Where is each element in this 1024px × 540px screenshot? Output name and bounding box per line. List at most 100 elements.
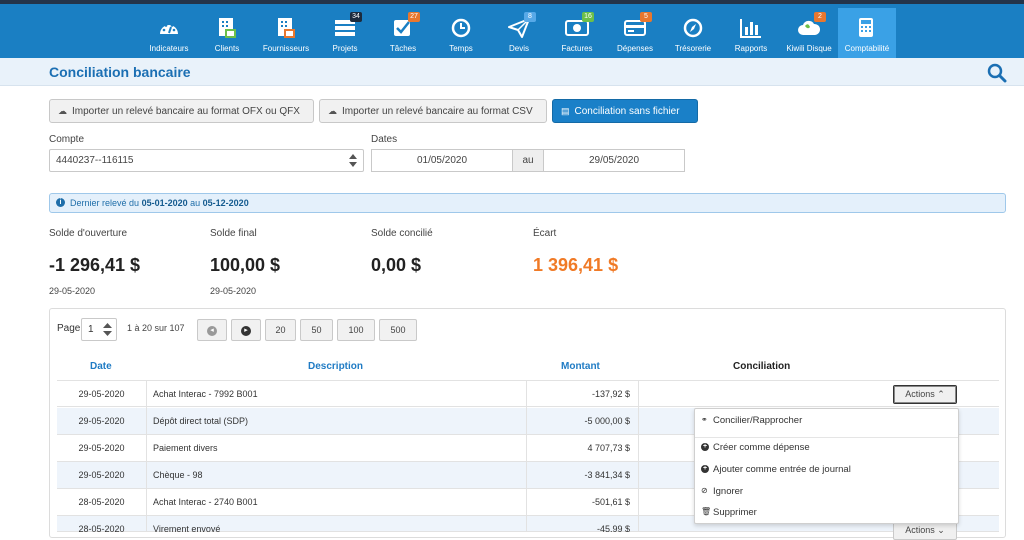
date-separator: au: [513, 149, 543, 172]
row-description: Virement envoyé: [147, 516, 527, 532]
account-value: 4440237--116115: [56, 155, 134, 166]
row-date: 29-05-2020: [57, 381, 147, 408]
nav-label: Temps: [449, 44, 473, 53]
gap-value: 1 396,41 $: [533, 255, 619, 275]
nav-tresorerie[interactable]: Trésorerie: [664, 8, 722, 58]
nav-label: Dépenses: [616, 44, 654, 53]
column-header-description[interactable]: Description: [308, 361, 363, 372]
gauge-icon: [157, 17, 181, 39]
info-to-date: 05-12-2020: [202, 198, 249, 208]
opening-balance-label: Solde d'ouverture: [49, 228, 128, 239]
stepper-arrows-icon: [103, 323, 112, 336]
page-size-500-button[interactable]: 500: [379, 319, 417, 341]
menu-divider: [695, 437, 958, 438]
row-description: Dépôt direct total (SDP): [147, 408, 527, 435]
nav-projets[interactable]: 34 Projets: [316, 8, 374, 58]
next-page-button[interactable]: ▸: [231, 319, 261, 341]
info-middle: au: [190, 198, 201, 208]
nav-kiwili-disque[interactable]: 2 Kiwili Disque: [780, 8, 838, 58]
gap-label: Écart: [533, 228, 557, 239]
reconciled-balance-value: 0,00 $: [371, 255, 422, 275]
main-nav: Indicateurs Clients Fournisseurs 34 Proj…: [140, 8, 896, 62]
table-row[interactable]: 29-05-2020 Achat Interac - 7992 B001 -13…: [57, 380, 999, 408]
menu-item-add-journal-entry[interactable]: + Ajouter comme entrée de journal: [701, 462, 851, 478]
menu-item-ignore[interactable]: ⊘ Ignorer: [701, 484, 743, 500]
page-size-100-button[interactable]: 100: [337, 319, 375, 341]
account-select[interactable]: 4440237--116115: [49, 149, 364, 172]
column-header-reconciliation: Conciliation: [733, 361, 791, 372]
row-amount: -45,99 $: [527, 516, 639, 532]
page-number-input[interactable]: 1: [81, 318, 117, 341]
nav-clients[interactable]: Clients: [198, 8, 256, 58]
invoices-badge: 16: [582, 12, 594, 22]
prev-page-button[interactable]: ◂: [197, 319, 227, 341]
projects-badge: 34: [350, 12, 362, 22]
menu-item-delete[interactable]: 🗑 Supprimer: [701, 505, 757, 521]
clients-icon: [215, 17, 239, 39]
menu-item-reconcile[interactable]: ⚭ Concilier/Rapprocher: [701, 413, 802, 429]
nav-label: Rapports: [734, 44, 768, 53]
menu-item-label: Ajouter comme entrée de journal: [713, 464, 851, 475]
row-date: 29-05-2020: [57, 435, 147, 462]
row-amount: 4 707,73 $: [527, 435, 639, 462]
nav-label: Trésorerie: [674, 44, 712, 53]
page-header: Conciliation bancaire: [0, 58, 1024, 86]
import-ofx-button[interactable]: ☁ Importer un relevé bancaire au format …: [49, 99, 314, 123]
no-file-reconcile-button[interactable]: ▤ Conciliation sans fichier: [552, 99, 698, 123]
menu-item-create-expense[interactable]: + Créer comme dépense: [701, 440, 810, 456]
opening-balance-date: 29-05-2020: [49, 286, 96, 296]
bar-chart-icon: [739, 17, 763, 39]
final-balance-value: 100,00 $: [210, 255, 281, 275]
date-from-input[interactable]: 01/05/2020: [371, 149, 513, 172]
quotes-badge: 8: [524, 12, 536, 22]
page-size-20-button[interactable]: 20: [265, 319, 296, 341]
nav-fournisseurs[interactable]: Fournisseurs: [256, 8, 316, 58]
row-date: 29-05-2020: [57, 462, 147, 489]
row-date: 29-05-2020: [57, 408, 147, 435]
info-icon: i: [56, 198, 65, 207]
nav-label: Factures: [561, 44, 593, 53]
menu-item-label: Ignorer: [713, 486, 744, 497]
nav-taches[interactable]: 27 Tâches: [374, 8, 432, 58]
plus-circle-icon: +: [701, 443, 709, 452]
column-header-date[interactable]: Date: [90, 361, 112, 372]
no-file-label: Conciliation sans fichier: [574, 105, 680, 117]
chevron-up-icon: ⌃: [937, 389, 945, 399]
final-balance-label: Solde final: [210, 228, 257, 239]
final-balance-date: 29-05-2020: [210, 286, 257, 296]
cloud-upload-icon: ☁: [328, 105, 337, 116]
last-statement-info: i Dernier relevé du 05-01-2020 au 05-12-…: [49, 193, 1006, 213]
calculator-icon: [855, 17, 879, 39]
suppliers-icon: [274, 17, 298, 39]
search-icon[interactable]: [987, 63, 1007, 83]
nav-label: Kiwili Disque: [786, 44, 832, 53]
actions-label: Actions: [905, 525, 935, 535]
nav-factures[interactable]: 16 Factures: [548, 8, 606, 58]
row-amount: -3 841,34 $: [527, 462, 639, 489]
nav-rapports[interactable]: Rapports: [722, 8, 780, 58]
nav-label: Fournisseurs: [262, 44, 310, 53]
nav-comptabilite[interactable]: Comptabilité: [838, 8, 896, 58]
actions-label: Actions: [905, 389, 935, 399]
import-csv-button[interactable]: ☁ Importer un relevé bancaire au format …: [319, 99, 547, 123]
plus-circle-icon: +: [701, 465, 709, 474]
row-description: Paiement divers: [147, 435, 527, 462]
info-from-date: 05-01-2020: [141, 198, 188, 208]
trash-icon: 🗑: [701, 507, 712, 517]
page-size-50-button[interactable]: 50: [300, 319, 333, 341]
nav-temps[interactable]: Temps: [432, 8, 490, 58]
column-header-amount[interactable]: Montant: [561, 361, 600, 372]
nav-indicateurs[interactable]: Indicateurs: [140, 8, 198, 58]
opening-balance-value: -1 296,41 $: [49, 255, 141, 275]
date-to-input[interactable]: 29/05/2020: [543, 149, 685, 172]
row-actions-button[interactable]: Actions ⌃: [893, 385, 957, 404]
expenses-badge: 5: [640, 12, 652, 22]
menu-item-label: Supprimer: [713, 507, 757, 518]
top-navigation-bar: Indicateurs Clients Fournisseurs 34 Proj…: [0, 0, 1024, 58]
dates-label: Dates: [371, 134, 398, 145]
clock-icon: [449, 17, 473, 39]
page-range: 1 à 20 sur 107: [127, 323, 185, 333]
account-label: Compte: [49, 134, 85, 145]
nav-devis[interactable]: 8 Devis: [490, 8, 548, 58]
nav-depenses[interactable]: 5 Dépenses: [606, 8, 664, 58]
